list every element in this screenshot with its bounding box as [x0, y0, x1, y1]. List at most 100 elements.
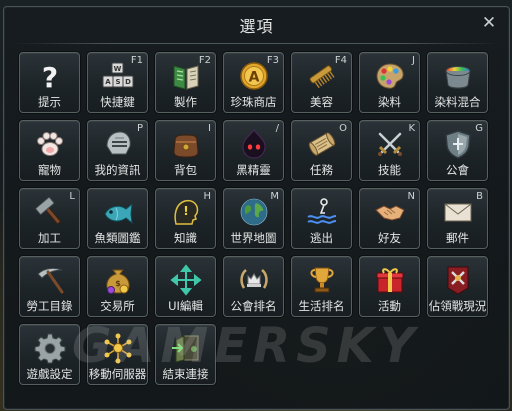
option-tile-handshake[interactable]: N 好友: [359, 188, 420, 249]
option-tile-siege-banner[interactable]: 佔領戰現況: [427, 256, 488, 317]
fish-icon: [102, 196, 134, 228]
hammer-icon: [34, 196, 66, 228]
option-label: 美容: [310, 95, 333, 109]
option-label: 佔領戰現況: [428, 299, 487, 313]
svg-text:?: ?: [42, 61, 58, 92]
crossed-swords-icon: [374, 128, 406, 160]
dye-pot-icon: [442, 60, 474, 92]
svg-text:$: $: [115, 279, 121, 288]
help-icon: ?: [34, 60, 66, 92]
option-tile-mail[interactable]: B 郵件: [427, 188, 488, 249]
option-label: 生活排名: [298, 299, 345, 313]
hotkey-label: F1: [130, 55, 143, 66]
option-label: 寵物: [38, 163, 61, 177]
option-tile-guild-shield[interactable]: G 公會: [427, 120, 488, 181]
option-label: 提示: [38, 95, 61, 109]
option-label: 世界地圖: [230, 231, 277, 245]
option-tile-scroll[interactable]: O 任務: [291, 120, 352, 181]
option-tile-paw[interactable]: 寵物: [19, 120, 80, 181]
hotkey-label: G: [475, 123, 483, 134]
option-label: 染料混合: [434, 95, 481, 109]
option-label: 魚類圖鑑: [94, 231, 141, 245]
option-label: 移動伺服器: [88, 367, 147, 381]
option-tile-crafting-book[interactable]: F2 製作: [155, 52, 216, 113]
option-tile-hammer[interactable]: L 加工: [19, 188, 80, 249]
option-tile-palette[interactable]: J 染料: [359, 52, 420, 113]
hotkey-label: O: [339, 123, 347, 134]
option-label: 好友: [378, 231, 401, 245]
option-tile-help[interactable]: ? 提示: [19, 52, 80, 113]
svg-text:W: W: [114, 65, 122, 73]
option-tile-gear[interactable]: 遊戲設定: [19, 324, 80, 385]
option-label: 勞工目錄: [26, 299, 73, 313]
option-tile-gift-box[interactable]: 活動: [359, 256, 420, 317]
option-label: 知識: [174, 231, 197, 245]
option-tile-globe[interactable]: M 世界地圖: [223, 188, 284, 249]
option-label: 背包: [174, 163, 197, 177]
window-title: 選項: [239, 17, 274, 36]
scroll-icon: [306, 128, 338, 160]
svg-text:A: A: [105, 78, 111, 86]
options-grid: ? 提示 W A S D F1 快捷鍵 F2 製作 A F3 珍珠商店 F4 美容 J 染料 染料混合 寵物 P 我的資…: [19, 52, 488, 385]
option-label: 公會: [446, 163, 469, 177]
option-label: 遊戲設定: [26, 367, 73, 381]
mail-icon: [442, 196, 474, 228]
hotkey-label: F2: [198, 55, 211, 66]
option-tile-knowledge-head[interactable]: ! H 知識: [155, 188, 216, 249]
option-tile-pickaxe[interactable]: 勞工目錄: [19, 256, 80, 317]
option-label: UI編輯: [168, 299, 203, 313]
option-tile-trophy[interactable]: 生活排名: [291, 256, 352, 317]
hotkey-label: I: [208, 123, 211, 134]
hotkey-label: M: [270, 191, 279, 202]
hotkey-label: J: [412, 55, 415, 66]
helmet-icon: [102, 128, 134, 160]
option-tile-helmet[interactable]: P 我的資訊: [87, 120, 148, 181]
title-divider: [14, 43, 499, 44]
option-label: 活動: [378, 299, 401, 313]
option-label: 珍珠商店: [230, 95, 277, 109]
option-tile-money-bag[interactable]: $ 交易所: [87, 256, 148, 317]
exit-door-icon: [170, 332, 202, 364]
option-label: 加工: [38, 231, 61, 245]
option-tile-move-arrows[interactable]: UI編輯: [155, 256, 216, 317]
comb-icon: [306, 60, 338, 92]
bag-icon: [170, 128, 202, 160]
option-tile-dye-pot[interactable]: 染料混合: [427, 52, 488, 113]
hotkey-label: L: [69, 191, 75, 202]
black-spirit-icon: [238, 128, 270, 160]
hotkey-label: /: [275, 123, 279, 134]
option-label: 公會排名: [230, 299, 277, 313]
svg-text:D: D: [125, 78, 131, 86]
paw-icon: [34, 128, 66, 160]
gear-icon: [34, 332, 66, 364]
option-label: 任務: [310, 163, 333, 177]
option-tile-black-spirit[interactable]: / 黑精靈: [223, 120, 284, 181]
hotkey-label: K: [408, 123, 415, 134]
laurel-crown-icon: [238, 264, 270, 296]
option-label: 快捷鍵: [100, 95, 135, 109]
hotkey-label: P: [136, 123, 143, 134]
option-tile-escape-wave[interactable]: 逃出: [291, 188, 352, 249]
option-tile-fish[interactable]: 魚類圖鑑: [87, 188, 148, 249]
option-tile-comb[interactable]: F4 美容: [291, 52, 352, 113]
option-tile-crossed-swords[interactable]: K 技能: [359, 120, 420, 181]
option-tile-pearl-shop[interactable]: A F3 珍珠商店: [223, 52, 284, 113]
hotkey-label: B: [476, 191, 483, 202]
siege-banner-icon: [442, 264, 474, 296]
option-tile-laurel-crown[interactable]: 公會排名: [223, 256, 284, 317]
knowledge-head-icon: !: [170, 196, 202, 228]
option-tile-server-nodes[interactable]: 移動伺服器: [87, 324, 148, 385]
option-label: 技能: [378, 163, 401, 177]
option-tile-exit-door[interactable]: 結束連接: [155, 324, 216, 385]
option-tile-bag[interactable]: I 背包: [155, 120, 216, 181]
option-label: 結束連接: [162, 367, 209, 381]
hotkey-label: F3: [266, 55, 279, 66]
hotkey-label: H: [203, 191, 211, 202]
close-icon[interactable]: ✕: [479, 13, 499, 33]
option-tile-keyboard[interactable]: W A S D F1 快捷鍵: [87, 52, 148, 113]
svg-text:!: !: [183, 204, 188, 218]
option-label: 逃出: [310, 231, 333, 245]
hotkey-label: N: [407, 191, 415, 202]
trophy-icon: [306, 264, 338, 296]
gift-box-icon: [374, 264, 406, 296]
